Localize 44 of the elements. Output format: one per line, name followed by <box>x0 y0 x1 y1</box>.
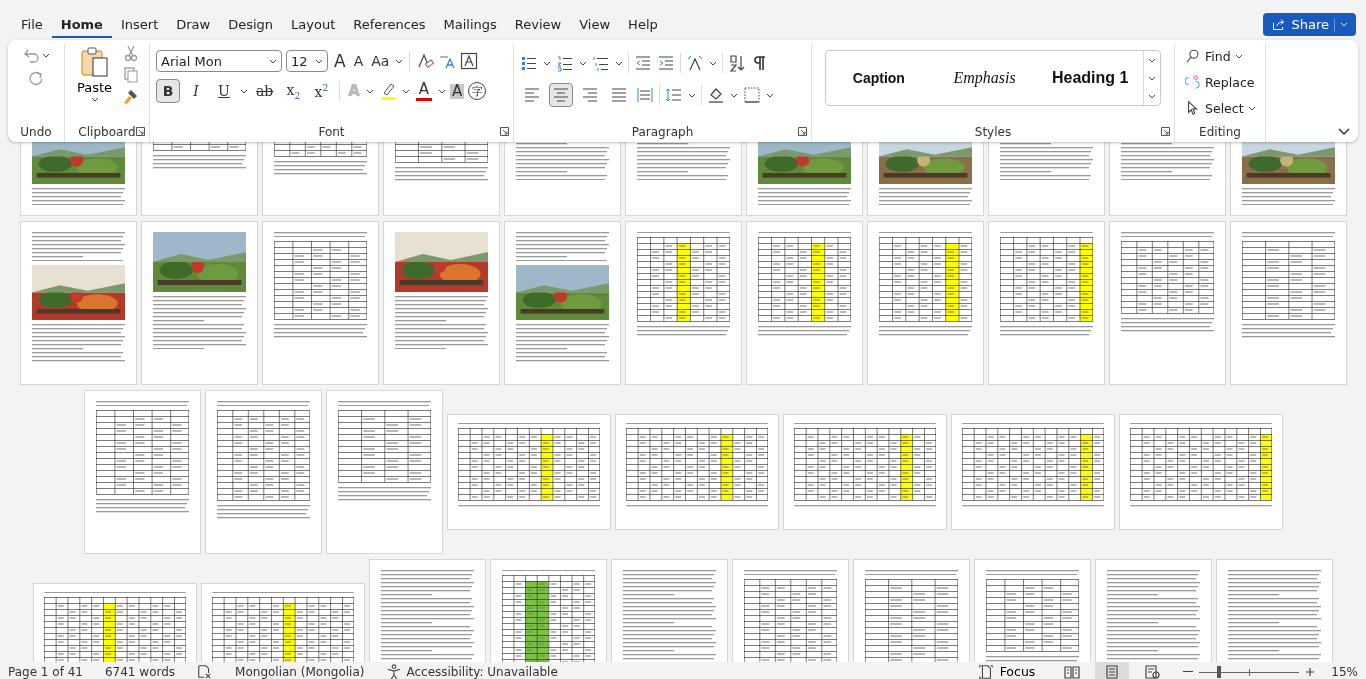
style-option[interactable]: Emphasis <box>931 51 1038 105</box>
select-button[interactable]: Select <box>1181 96 1260 120</box>
style-option[interactable]: Caption <box>826 51 932 105</box>
style-option[interactable]: Heading 1 <box>1037 51 1143 105</box>
ribbon-tab[interactable]: Home <box>51 13 112 38</box>
font-name-dropdown[interactable]: Arial Mon <box>156 50 282 72</box>
ribbon-tab[interactable]: Insert <box>111 13 168 38</box>
group-label: Editing <box>1199 124 1241 141</box>
ribbon-tab[interactable]: View <box>570 13 620 38</box>
group-label: Paragraph <box>631 124 694 141</box>
focus-button[interactable]: Focus <box>971 662 1042 679</box>
ribbon-tab[interactable]: Review <box>505 13 571 38</box>
paste-button[interactable]: Paste <box>71 44 119 123</box>
ribbon-tab[interactable]: File <box>12 13 52 38</box>
ribbon-tab[interactable]: Layout <box>282 13 345 38</box>
find-button[interactable]: Find <box>1181 44 1247 68</box>
bold-button[interactable]: B <box>156 79 180 103</box>
language-status[interactable]: Mongolian (Mongolia) <box>235 664 365 679</box>
grow-font-button[interactable]: A <box>332 52 348 70</box>
super-button[interactable]: x$^{2}$ <box>309 79 334 103</box>
sub-button[interactable]: x$_{2}$ <box>281 79 306 103</box>
strike-button[interactable]: ab <box>252 79 278 103</box>
zoom-level[interactable]: 15% <box>1331 664 1358 679</box>
group-label: Clipboard <box>78 124 136 141</box>
ribbon-tab[interactable]: Draw <box>167 13 220 38</box>
ribbon-tab[interactable]: References <box>344 13 435 38</box>
change-case-button[interactable]: Aa <box>369 54 392 68</box>
replace-button[interactable]: Replace <box>1181 70 1259 94</box>
shrink-font-button[interactable]: A <box>351 54 366 68</box>
character-shading-button[interactable]: A <box>449 83 465 99</box>
ribbon-tab[interactable]: Help <box>619 13 667 38</box>
word-count[interactable]: 6741 words <box>104 664 176 679</box>
group-label: Undo <box>20 124 52 141</box>
ribbon-tab[interactable]: Design <box>219 13 283 38</box>
group-label: Styles <box>974 124 1012 141</box>
group-label: Font <box>318 124 345 141</box>
underline-button[interactable]: U <box>212 79 236 103</box>
ribbon-tab[interactable]: Mailings <box>434 13 506 38</box>
accessibility-status[interactable]: Accessibility: Unavailable <box>406 664 558 679</box>
font-color-button[interactable]: A <box>413 81 434 101</box>
page-count[interactable]: Page 1 of 41 <box>8 664 83 679</box>
italic-button[interactable]: I <box>184 79 208 103</box>
share-button[interactable]: Share <box>1263 13 1356 36</box>
font-size-dropdown[interactable]: 12 <box>286 50 328 72</box>
